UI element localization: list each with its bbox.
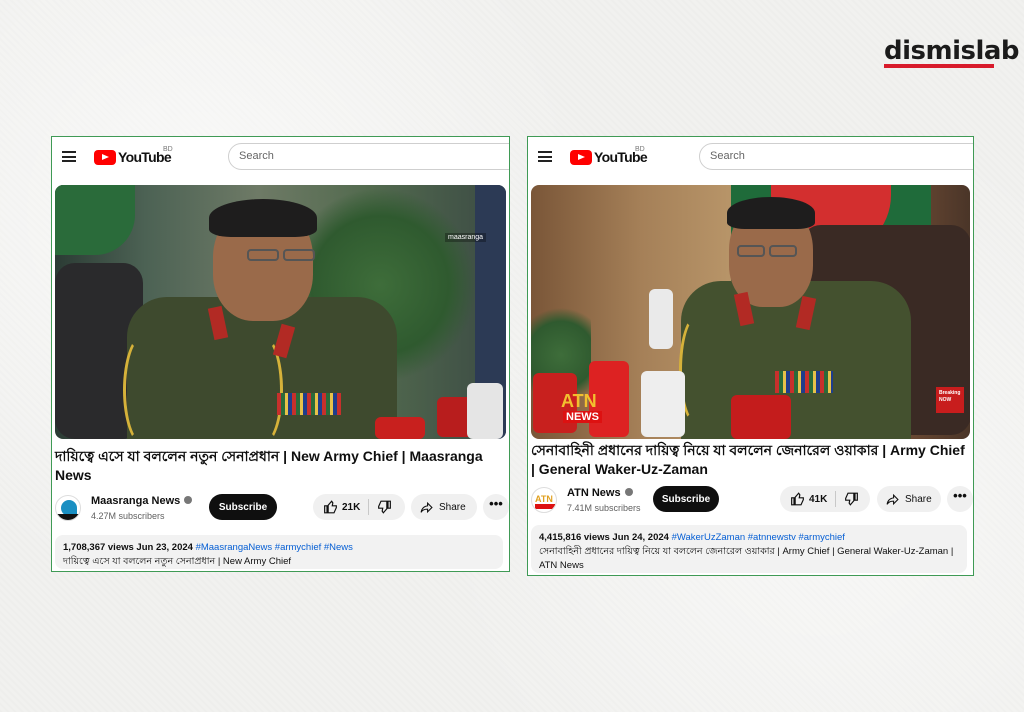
share-label: Share [439, 501, 466, 513]
view-count-date: 4,415,816 views Jun 24, 2024 [539, 532, 669, 543]
view-count-date: 1,708,367 views Jun 23, 2024 [63, 542, 193, 553]
like-dislike-group: 41K [780, 486, 870, 512]
thumbs-up-icon[interactable] [790, 492, 805, 506]
dismislab-logo: dismislab [884, 36, 1020, 66]
share-label: Share [905, 493, 932, 505]
atn-logo-text: ATN [561, 391, 597, 411]
thumbs-up-icon[interactable] [323, 500, 338, 514]
youtube-play-icon [94, 149, 116, 165]
channel-row: ATN ATN News 7.41M subscribers Subscribe… [531, 485, 973, 517]
country-code: BD [635, 146, 645, 153]
channel-name[interactable]: ATN News [567, 487, 633, 499]
hashtags[interactable]: #WakerUzZaman #atnnewstv #armychief [672, 532, 845, 543]
dismislab-logo-underline [884, 64, 994, 68]
video-title: সেনাবাহিনী প্রধানের দায়িত্ব নিয়ে যা বল… [531, 442, 965, 477]
hamburger-menu-icon[interactable] [538, 151, 552, 162]
channel-name[interactable]: Maasranga News [91, 495, 193, 507]
microphone [467, 383, 503, 439]
hamburger-menu-icon[interactable] [62, 151, 76, 162]
like-count: 41K [809, 493, 828, 505]
microphone [731, 395, 791, 439]
more-options-button[interactable]: ••• [947, 486, 973, 512]
video-description[interactable]: 4,415,816 views Jun 24, 2024 #WakerUzZam… [531, 525, 967, 573]
description-text: সেনাবাহিনী প্রধানের দায়িত্ব নিয়ে যা বল… [539, 546, 954, 571]
verified-icon [624, 488, 633, 496]
breaking-now-badge: Breaking NOW [936, 387, 964, 413]
youtube-screenshot-maasranga: YouTube BD Search maasranga দায়িত্বে এস… [51, 136, 510, 572]
share-icon [419, 501, 434, 514]
youtube-logo[interactable]: YouTube [94, 149, 172, 165]
atn-news-label: NEWS [563, 411, 602, 423]
like-count: 21K [342, 501, 361, 513]
thumbs-down-icon[interactable] [377, 500, 392, 514]
verified-icon [184, 496, 193, 504]
like-dislike-group: 21K [313, 494, 405, 520]
microphone [641, 371, 685, 437]
hashtags[interactable]: #MaasrangaNews #armychief #News [196, 542, 353, 553]
search-input[interactable]: Search [228, 143, 509, 170]
description-text: দায়িত্বে এসে যা বললেন নতুন সেনাপ্রধান |… [63, 556, 292, 567]
channel-avatar[interactable] [55, 495, 81, 521]
youtube-screenshot-atn: YouTube BD Search ATN NEWS Breaking NOW [527, 136, 974, 576]
share-button[interactable]: Share [411, 494, 477, 520]
microphone [375, 417, 425, 439]
youtube-play-icon [570, 149, 592, 165]
video-description[interactable]: 1,708,367 views Jun 23, 2024 #MaasrangaN… [55, 535, 503, 569]
more-options-button[interactable]: ••• [483, 494, 509, 520]
thumbs-down-icon[interactable] [844, 492, 859, 506]
share-button[interactable]: Share [877, 486, 941, 512]
subscribe-button[interactable]: Subscribe [653, 486, 719, 512]
channel-watermark: maasranga [445, 233, 487, 242]
country-code: BD [163, 146, 173, 153]
video-title: দায়িত্বে এসে যা বললেন নতুন সেনাপ্রধান |… [55, 448, 483, 483]
channel-avatar[interactable]: ATN [531, 487, 557, 513]
subscriber-count: 4.27M subscribers [91, 511, 165, 521]
search-input[interactable]: Search [699, 143, 973, 170]
channel-row: Maasranga News 4.27M subscribers Subscri… [55, 493, 509, 525]
share-icon [885, 493, 900, 506]
subscriber-count: 7.41M subscribers [567, 503, 641, 513]
youtube-header: YouTube BD Search [52, 137, 509, 177]
video-player[interactable]: maasranga [55, 185, 506, 439]
video-player[interactable]: ATN NEWS Breaking NOW [531, 185, 970, 439]
youtube-header: YouTube BD Search [528, 137, 973, 177]
subscribe-button[interactable]: Subscribe [209, 494, 277, 520]
